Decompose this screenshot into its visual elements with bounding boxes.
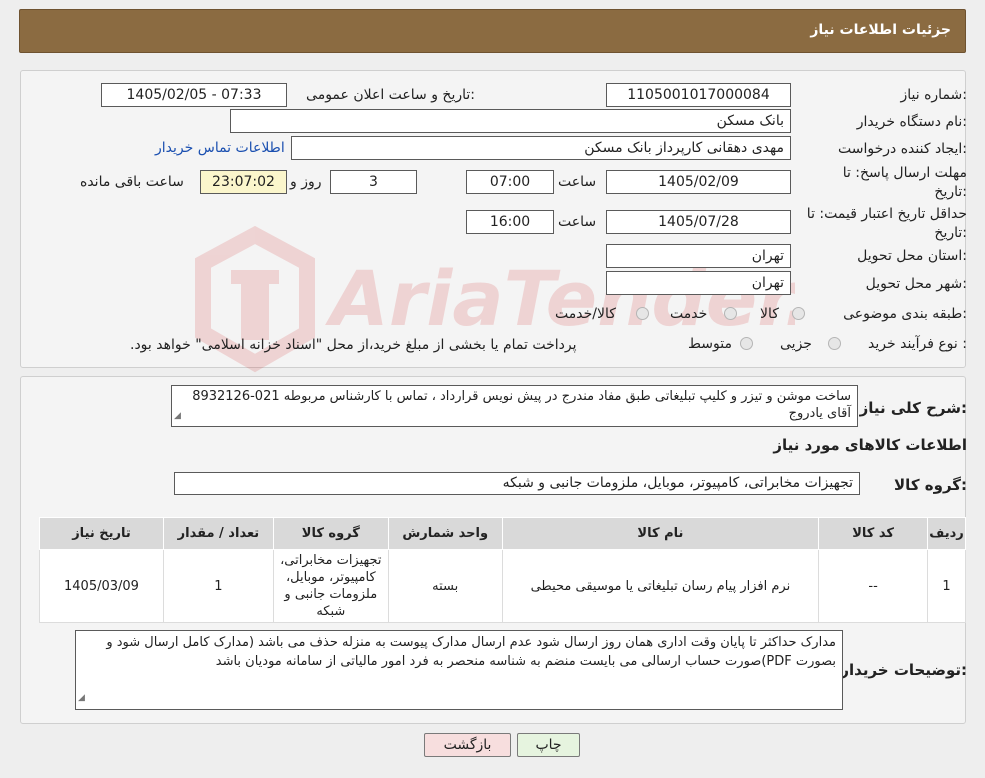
days-label: روز و — [290, 174, 322, 190]
buyer-org-label: نام دستگاه خریدار: — [856, 114, 967, 130]
category-service-label: خدمت — [670, 306, 708, 322]
col-need-date: تاریخ نیاز — [39, 517, 164, 550]
remaining-time-label: ساعت باقی مانده — [80, 174, 184, 190]
remaining-days-field: 3 — [330, 170, 417, 194]
category-goods-radio[interactable] — [792, 307, 805, 320]
deadline-time-field: 07:00 — [466, 170, 554, 194]
goods-table-header: ردیف کد کالا نام کالا واحد شمارش گروه کا… — [39, 517, 966, 550]
category-goods-service-label: کالا/خدمت — [555, 306, 616, 322]
col-group: گروه کالا — [272, 517, 389, 550]
process-note: پرداخت تمام یا بخشی از مبلغ خرید،از محل … — [130, 337, 577, 353]
request-creator-label: ایجاد کننده درخواست: — [838, 141, 967, 157]
col-row: ردیف — [927, 517, 966, 550]
delivery-city-label: شهر محل تحویل: — [865, 276, 967, 292]
validity-time-label: ساعت — [558, 214, 597, 230]
category-service-radio[interactable] — [724, 307, 737, 320]
delivery-province-label: استان محل تحویل: — [857, 248, 967, 264]
cell-code: -- — [818, 549, 929, 623]
need-summary-label: شرح کلی نیاز: — [859, 399, 967, 417]
col-name: نام کالا — [501, 517, 820, 550]
deadline-label-date: تاریخ: — [934, 184, 967, 200]
price-validity-date-field: 1405/07/28 — [606, 210, 791, 234]
col-code: کد کالا — [818, 517, 929, 550]
resize-handle-icon[interactable]: ◢ — [78, 689, 85, 708]
cell-row: 1 — [927, 549, 966, 623]
price-validity-label: حداقل تاریخ اعتبار قیمت: تا — [806, 206, 967, 222]
price-validity-time-field: 16:00 — [466, 210, 554, 234]
cell-quantity: 1 — [162, 549, 274, 623]
purchase-process-label: نوع فرآیند خرید : — [868, 336, 967, 352]
announce-datetime-label: تاریخ و ساعت اعلان عمومی: — [306, 87, 475, 103]
process-medium-label: متوسط — [688, 336, 732, 352]
back-button[interactable]: بازگشت — [424, 733, 511, 757]
deadline-time-label: ساعت — [558, 174, 597, 190]
process-minor-radio[interactable] — [828, 337, 841, 350]
buyer-notes-text: مدارک حداکثر تا پایان وقت اداری همان روز… — [106, 635, 836, 669]
deadline-date-field: 1405/02/09 — [606, 170, 791, 194]
col-quantity: تعداد / مقدار — [162, 517, 274, 550]
table-row: 1 -- نرم افزار پیام رسان تبلیغاتی یا موس… — [39, 549, 966, 623]
resize-handle-icon[interactable]: ◢ — [174, 408, 181, 425]
buyer-contact-link[interactable]: اطلاعات تماس خریدار — [155, 140, 285, 156]
need-summary-field: ساخت موشن و تیزر و کلیپ تبلیغاتی طبق مفا… — [171, 385, 858, 427]
request-creator-field: مهدی دهقانی کارپرداز بانک مسکن — [291, 136, 791, 160]
category-goods-label: کالا — [760, 306, 779, 322]
price-validity-label-date: تاریخ: — [934, 225, 967, 241]
page-title: جزئیات اطلاعات نیاز — [810, 22, 951, 38]
goods-group-field: تجهیزات مخابراتی، کامپیوتر، موبایل، ملزو… — [174, 472, 860, 495]
delivery-city-field: تهران — [606, 271, 791, 295]
buyer-notes-field: مدارک حداکثر تا پایان وقت اداری همان روز… — [75, 630, 843, 710]
goods-info-title: اطلاعات کالاهای مورد نیاز — [773, 436, 967, 454]
cell-unit: بسته — [387, 549, 503, 623]
cell-need-date: 1405/03/09 — [39, 549, 164, 623]
need-number-label: شماره نیاز: — [900, 87, 967, 103]
print-button[interactable]: چاپ — [517, 733, 580, 757]
col-unit: واحد شمارش — [387, 517, 503, 550]
goods-group-label: گروه کالا: — [894, 476, 967, 494]
buyer-notes-label: توضیحات خریدار: — [840, 661, 967, 679]
process-medium-radio[interactable] — [740, 337, 753, 350]
deadline-label: مهلت ارسال پاسخ: تا — [842, 165, 967, 181]
buyer-org-field: بانک مسکن — [230, 109, 791, 133]
cell-group: تجهیزات مخابراتی، کامپیوتر، موبایل، ملزو… — [272, 549, 389, 623]
remaining-time-field: 23:07:02 — [200, 170, 287, 194]
page-header: جزئیات اطلاعات نیاز — [19, 9, 966, 53]
announce-datetime-field: 1405/02/05 - 07:33 — [101, 83, 287, 107]
category-label: طبقه بندی موضوعی: — [843, 306, 967, 322]
goods-table: ردیف کد کالا نام کالا واحد شمارش گروه کا… — [39, 517, 966, 623]
delivery-province-field: تهران — [606, 244, 791, 268]
process-minor-label: جزیی — [780, 336, 812, 352]
cell-name: نرم افزار پیام رسان تبلیغاتی یا موسیقی م… — [501, 549, 820, 623]
need-summary-text: ساخت موشن و تیزر و کلیپ تبلیغاتی طبق مفا… — [192, 389, 851, 421]
need-number-field: 1105001017000084 — [606, 83, 791, 107]
category-goods-service-radio[interactable] — [636, 307, 649, 320]
